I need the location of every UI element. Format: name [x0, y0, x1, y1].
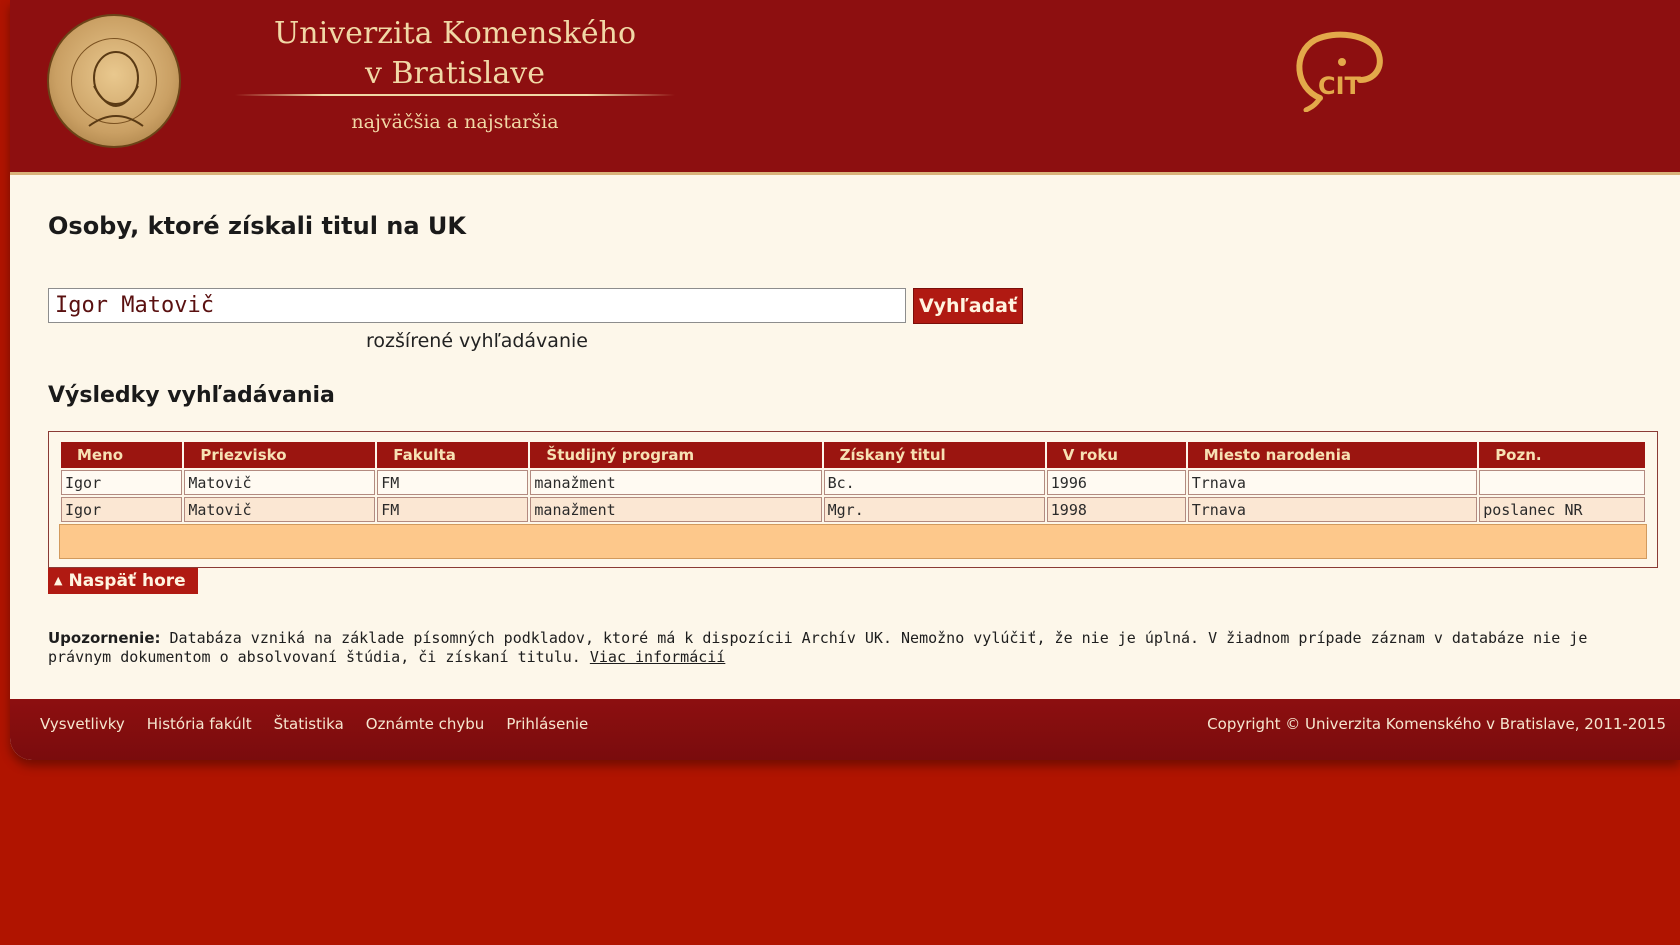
- university-name-line1: Univerzita Komenského: [273, 16, 637, 51]
- column-header-fakulta[interactable]: Fakulta: [377, 442, 529, 468]
- site-header: Univerzita Komenského v Bratislave najvä…: [10, 0, 1680, 175]
- advanced-search-link[interactable]: rozšírené vyhľadávanie: [48, 330, 906, 352]
- results-table: Meno Priezvisko Fakulta Študijný program…: [59, 440, 1647, 524]
- cell-pozn: poslanec NR: [1479, 497, 1645, 522]
- seal-portrait-icon: [88, 51, 144, 127]
- arrow-up-icon: ▲: [54, 574, 63, 587]
- cell-pozn: [1479, 470, 1645, 495]
- university-tagline: najväčšia a najstaršia: [351, 111, 559, 133]
- footer-nav: Vysvetlivky História fakúlt Štatistika O…: [40, 715, 588, 733]
- cell-meno: Igor: [61, 470, 183, 495]
- column-header-priezvisko[interactable]: Priezvisko: [184, 442, 376, 468]
- results-footer-bar: [59, 524, 1647, 559]
- university-seal-icon[interactable]: [47, 14, 181, 148]
- footer-link-vysvetlivky[interactable]: Vysvetlivky: [40, 715, 125, 733]
- table-row: Igor Matovič FM manažment Mgr. 1998 Trna…: [61, 497, 1645, 522]
- cell-priezvisko: Matovič: [184, 470, 376, 495]
- page-container: Univerzita Komenského v Bratislave najvä…: [10, 0, 1680, 760]
- back-to-top-button[interactable]: ▲ Naspäť hore: [48, 568, 198, 594]
- cell-v-roku: 1998: [1046, 497, 1186, 522]
- column-header-miesto-narodenia[interactable]: Miesto narodenia: [1187, 442, 1478, 468]
- footer-link-statistika[interactable]: Štatistika: [274, 715, 344, 733]
- cell-fakulta: FM: [377, 497, 529, 522]
- site-footer: Vysvetlivky História fakúlt Štatistika O…: [10, 699, 1680, 760]
- cell-ziskany-titul: Bc.: [823, 470, 1045, 495]
- results-panel: Meno Priezvisko Fakulta Študijný program…: [48, 431, 1658, 568]
- copyright-text: Copyright © Univerzita Komenského v Brat…: [1207, 715, 1666, 733]
- notice-label: Upozornenie:: [48, 629, 161, 647]
- header-divider: [235, 94, 675, 96]
- cell-miesto-narodenia: Trnava: [1187, 470, 1478, 495]
- table-row: Igor Matovič FM manažment Bc. 1996 Trnav…: [61, 470, 1645, 495]
- cit-logo-icon[interactable]: CIT: [1290, 28, 1386, 112]
- footer-link-historia-fakult[interactable]: História fakúlt: [147, 715, 252, 733]
- cell-fakulta: FM: [377, 470, 529, 495]
- search-input[interactable]: [48, 288, 906, 323]
- university-name[interactable]: Univerzita Komenského v Bratislave: [235, 14, 675, 94]
- disclaimer-notice: Upozornenie: Databáza vzniká na základe …: [48, 629, 1648, 667]
- university-name-line2: v Bratislave: [365, 56, 545, 91]
- cell-studijny-program: manažment: [530, 470, 822, 495]
- column-header-meno[interactable]: Meno: [61, 442, 183, 468]
- cell-priezvisko: Matovič: [184, 497, 376, 522]
- table-header-row: Meno Priezvisko Fakulta Študijný program…: [61, 442, 1645, 468]
- cell-studijny-program: manažment: [530, 497, 822, 522]
- footer-link-oznamte-chybu[interactable]: Oznámte chybu: [366, 715, 485, 733]
- column-header-studijny-program[interactable]: Študijný program: [530, 442, 822, 468]
- column-header-v-roku[interactable]: V roku: [1046, 442, 1186, 468]
- column-header-pozn[interactable]: Pozn.: [1479, 442, 1645, 468]
- search-button[interactable]: Vyhľadať: [913, 288, 1023, 324]
- cell-ziskany-titul: Mgr.: [823, 497, 1045, 522]
- notice-text: Databáza vzniká na základe písomných pod…: [48, 629, 1588, 666]
- cell-v-roku: 1996: [1046, 470, 1186, 495]
- results-heading: Výsledky vyhľadávania: [48, 383, 335, 408]
- cell-meno: Igor: [61, 497, 183, 522]
- column-header-ziskany-titul[interactable]: Získaný titul: [823, 442, 1045, 468]
- footer-link-prihlasenie[interactable]: Prihlásenie: [506, 715, 588, 733]
- more-info-link[interactable]: Viac informácií: [590, 648, 725, 666]
- cit-logo-text: CIT: [1318, 72, 1362, 100]
- back-to-top-label: Naspäť hore: [68, 571, 186, 591]
- page-title: Osoby, ktoré získali titul na UK: [48, 212, 467, 240]
- cell-miesto-narodenia: Trnava: [1187, 497, 1478, 522]
